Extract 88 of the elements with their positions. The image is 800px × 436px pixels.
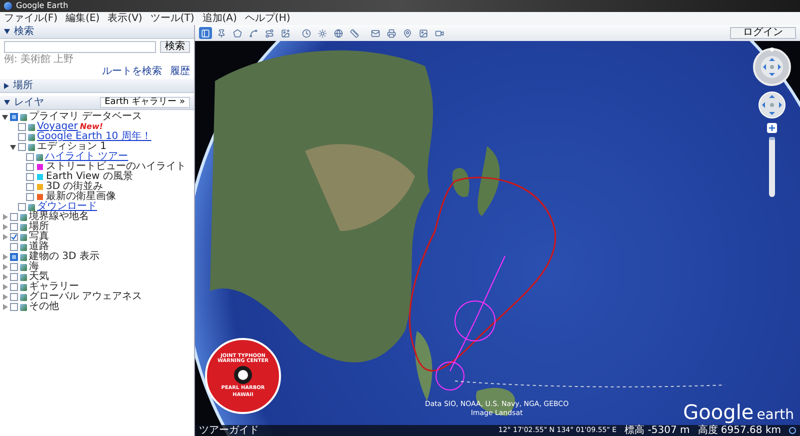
section-header[interactable]: レイヤ Earth ギャラリー » [0,96,194,110]
checkbox[interactable] [10,213,18,221]
zoom-slider-track[interactable] [769,137,775,197]
layer-label: グローバル アウェアネス [29,292,142,302]
checkbox[interactable] [10,303,18,311]
layer-label: 3D の街並み [46,182,104,192]
tour-guide-button[interactable]: ツアーガイド [199,426,259,436]
checkbox[interactable] [26,193,34,201]
layer-label: 境界線や地名 [29,212,89,222]
layer-link[interactable]: Google Earth 10 周年！ [37,132,152,142]
logo-wordmark: earth [756,408,794,422]
menu-item[interactable]: 編集(E) [66,14,100,24]
search-field[interactable] [4,41,156,53]
checkbox[interactable] [18,123,26,131]
layer-link[interactable]: ハイライト ツアー [45,152,128,162]
layer-label: 写真 [29,232,49,242]
checkbox[interactable] [10,233,18,241]
checkbox[interactable] [10,273,18,281]
menu-item[interactable]: ファイル(F) [4,14,58,24]
collapse-arrow-icon[interactable] [4,29,10,34]
logo-wordmark: Google [683,402,754,422]
search-button[interactable]: 検索 [160,41,190,53]
layer-label: プライマリ データベース [29,112,142,122]
ruler-icon[interactable] [348,27,361,39]
layer-label: 天気 [29,272,49,282]
mail-icon[interactable] [369,27,382,39]
new-label: New! [80,123,104,131]
checkbox[interactable] [26,183,34,191]
move-control-icon[interactable] [758,91,786,119]
checkbox[interactable] [10,223,18,231]
checkbox[interactable] [10,253,18,261]
altitude-text: 高度 6957.68 km [698,426,781,436]
checkbox[interactable] [18,203,26,211]
gallery-button[interactable]: Earth ギャラリー » [100,97,190,108]
loading-ring-icon [789,427,796,434]
map-pin-icon[interactable] [401,27,414,39]
checkbox[interactable] [10,263,18,271]
section-title: 検索 [14,26,34,36]
checkbox[interactable] [10,113,18,121]
elevation-text: 標高 -5307 m [624,426,690,436]
image-icon[interactable] [417,27,430,39]
checkbox[interactable] [18,133,26,141]
layer-label: 道路 [29,242,49,252]
checkbox[interactable] [18,143,26,151]
section-header[interactable]: 検索 [0,25,194,39]
expand-arrow-icon[interactable] [4,82,9,88]
layer-label: ストリートビューのハイライト [46,162,186,172]
menu-item[interactable]: 追加(A) [202,14,237,24]
layer-link[interactable]: ダウンロード [37,202,97,212]
layer-label: Earth View の風景 [46,172,133,182]
image-overlay-icon[interactable] [279,27,292,39]
search-hint: 例: 美術館 上野 [4,55,75,65]
login-button[interactable]: ログイン [730,27,796,39]
section-title: レイヤ [14,98,44,108]
checkbox[interactable] [10,293,18,301]
section-title: 場所 [13,80,33,90]
layer-label: その他 [29,302,59,312]
layer-label: 海 [29,262,39,272]
printer-icon[interactable] [385,27,398,39]
menu-item[interactable]: 表示(V) [108,14,142,24]
path-icon[interactable] [247,27,260,39]
menu-item[interactable]: ヘルプ(H) [244,14,290,24]
window-title: Google Earth [16,2,68,10]
clock-icon[interactable] [300,27,313,39]
search-link[interactable]: ルートを検索 [102,67,162,77]
checkbox[interactable] [10,283,18,291]
globe-icon[interactable] [332,27,345,39]
storm-symbol-icon [234,366,252,384]
polygon-icon[interactable] [231,27,244,39]
look-control-icon[interactable] [752,47,792,87]
app-globe-icon [4,2,12,10]
checkbox[interactable] [10,243,18,251]
layer-link[interactable]: Voyager [37,122,78,132]
layer-label: エディション 1 [37,142,107,152]
checkbox[interactable] [26,173,34,181]
sidebar-toggle-button[interactable] [199,27,212,39]
section-header[interactable]: 場所 [0,79,194,93]
layer-label: 建物の 3D 表示 [29,252,100,262]
layer-label: ギャラリー [29,282,79,292]
layer-label: 場所 [29,222,49,232]
checkbox[interactable] [26,163,34,171]
collapse-arrow-icon[interactable] [4,100,10,105]
menu-item[interactable]: ツール(T) [150,14,194,24]
zoom-in-icon[interactable] [767,123,777,133]
layer-label: 最新の衛星画像 [46,192,116,202]
search-link[interactable]: 履歴 [170,67,190,77]
checkbox[interactable] [26,153,34,161]
route-icon[interactable] [263,27,276,39]
